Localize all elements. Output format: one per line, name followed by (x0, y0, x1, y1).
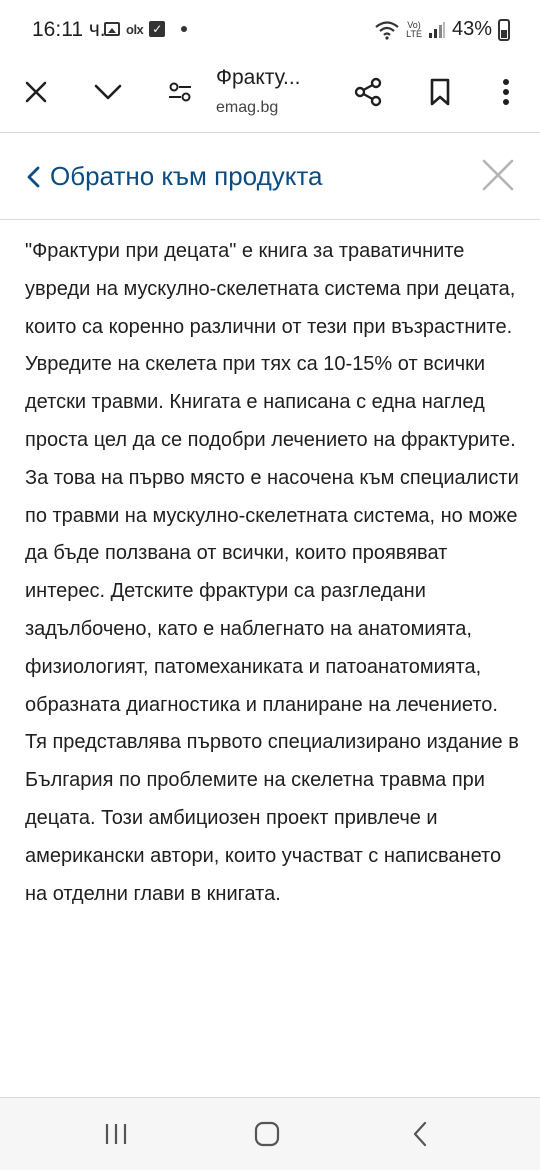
wifi-icon (375, 20, 399, 40)
chevron-down-icon (94, 84, 122, 100)
checkbox-icon: ✓ (149, 21, 166, 37)
back-button[interactable] (400, 1118, 440, 1150)
bookmark-icon (430, 78, 450, 106)
system-navigation-bar (0, 1098, 540, 1170)
tune-icon (169, 82, 191, 102)
olx-icon: olx (126, 21, 144, 37)
system-icons: Vo) LTE 43% (374, 18, 510, 41)
status-bar: 16:11 ч. olx ✓ Vo) LTE 43% (0, 0, 540, 60)
close-icon (482, 159, 514, 191)
recent-apps-icon (105, 1124, 127, 1144)
share-button[interactable] (344, 60, 392, 124)
status-time: 16:11 ч. (32, 18, 106, 41)
home-button[interactable] (247, 1118, 287, 1150)
page-url: emag.bg (216, 99, 279, 116)
signal-icon (428, 21, 445, 38)
back-icon (413, 1121, 427, 1147)
minimize-button[interactable] (84, 60, 132, 124)
page-settings-button[interactable] (156, 60, 204, 124)
chevron-left-icon (27, 166, 40, 187)
browser-toolbar: Фракту... emag.bg (0, 60, 540, 132)
back-link-label: Обратно към продукта (50, 161, 323, 191)
back-to-product-link[interactable]: Обратно към продукта (26, 161, 322, 192)
page-title: Фракту... (216, 66, 301, 89)
more-notifications-icon (181, 26, 188, 32)
close-icon (25, 81, 47, 103)
bookmark-button[interactable] (416, 60, 464, 124)
battery-icon (498, 18, 510, 41)
gallery-icon (104, 22, 120, 36)
home-icon (254, 1121, 280, 1147)
volte-indicator: Vo) LTE (406, 20, 422, 39)
product-description: "Фрактури при децата" е книга за травати… (25, 240, 519, 905)
close-tab-button[interactable] (12, 60, 60, 124)
notification-icons: olx ✓ (104, 21, 188, 37)
recent-apps-button[interactable] (96, 1118, 136, 1150)
battery-percent: 43% (451, 18, 492, 40)
more-options-button[interactable] (482, 60, 530, 124)
description-panel: Обратно към продукта "Фрактури при децат… (0, 132, 540, 1098)
lte-label: LTE (406, 28, 422, 39)
close-panel-button[interactable] (480, 157, 516, 193)
share-icon (354, 77, 382, 107)
panel-header: Обратно към продукта (0, 133, 540, 220)
more-vert-icon (503, 79, 509, 105)
